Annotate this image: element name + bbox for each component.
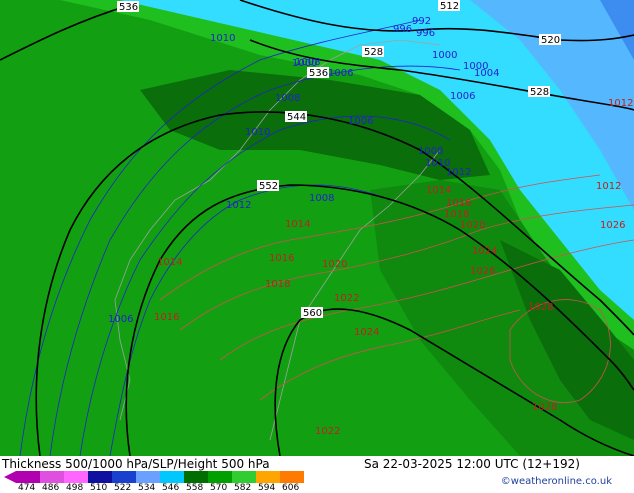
slp-label: 996 [393, 24, 412, 35]
slp-label: 1022 [315, 426, 340, 437]
credit-text: ©weatheronline.co.uk [500, 476, 612, 487]
weather-map: 536 512 528 520 536 528 544 552 560 992 … [0, 0, 634, 456]
slp-label: 1006 [348, 116, 373, 127]
slp-label: 1010 [210, 33, 235, 44]
colorbar-cell [16, 471, 40, 483]
slp-label: 1010 [425, 158, 450, 169]
height-label: 552 [259, 181, 278, 192]
colorbar-tick: 558 [186, 483, 204, 493]
colorbar-cell [160, 471, 184, 483]
colorbar-cell [40, 471, 64, 483]
height-label: 544 [287, 112, 306, 123]
colorbar-cell [232, 471, 256, 483]
slp-label: 1026 [600, 220, 625, 231]
colorbar-tick: 510 [90, 483, 108, 493]
colorbar-tick: 474 [18, 483, 36, 493]
height-label: 512 [440, 1, 459, 12]
height-label: 536 [119, 2, 138, 13]
slp-label: 1006 [108, 314, 133, 325]
slp-label: 1008 [275, 93, 300, 104]
slp-label: 1020 [322, 259, 347, 270]
colorbar-tick: 570 [210, 483, 228, 493]
slp-label: 1024 [472, 246, 497, 257]
map-title: Thickness 500/1000 hPa/SLP/Height 500 hP… [2, 457, 270, 471]
slp-label: 1028 [532, 402, 557, 413]
slp-label: 1006 [328, 68, 353, 79]
height-label: 520 [541, 35, 560, 46]
colorbar-cell [112, 471, 136, 483]
slp-label: 1018 [265, 279, 290, 290]
slp-label: 1014 [426, 185, 451, 196]
slp-label: 1012 [608, 98, 633, 109]
slp-label: 1000 [463, 61, 488, 72]
slp-label: 1020 [460, 220, 485, 231]
slp-label: 1018 [444, 209, 469, 220]
slp-label: 1012 [226, 200, 251, 211]
colorbar-cell [208, 471, 232, 483]
slp-label: 1008 [418, 146, 443, 157]
slp-label: 1006 [450, 91, 475, 102]
colorbar [4, 471, 304, 483]
slp-label: 1016 [154, 312, 179, 323]
colorbar-tick: 594 [258, 483, 276, 493]
slp-label: 1008 [309, 193, 334, 204]
colorbar-tick: 486 [42, 483, 60, 493]
colorbar-cell [136, 471, 160, 483]
colorbar-tick: 534 [138, 483, 156, 493]
colorbar-cell [88, 471, 112, 483]
height-label: 536 [309, 68, 328, 79]
colorbar-tick: 546 [162, 483, 180, 493]
colorbar-tick: 498 [66, 483, 84, 493]
slp-label: 1008 [295, 57, 320, 68]
slp-label: 1026 [470, 266, 495, 277]
height-label: 528 [530, 87, 549, 98]
slp-label: 1014 [285, 219, 310, 230]
slp-label: 1012 [596, 181, 621, 192]
colorbar-cell [64, 471, 88, 483]
slp-label: 1000 [432, 50, 457, 61]
slp-label: 1022 [334, 293, 359, 304]
slp-label: 996 [416, 28, 435, 39]
height-label: 560 [303, 308, 322, 319]
slp-label: 1028 [528, 302, 553, 313]
colorbar-tick: 522 [114, 483, 132, 493]
colorbar-arrow [4, 471, 16, 483]
slp-label: 992 [412, 16, 431, 27]
height-label: 528 [364, 47, 383, 58]
map-footer: Thickness 500/1000 hPa/SLP/Height 500 hP… [0, 456, 634, 493]
slp-label: 1014 [157, 257, 182, 268]
colorbar-cell [280, 471, 304, 483]
colorbar-tick: 606 [282, 483, 300, 493]
slp-label: 1016 [269, 253, 294, 264]
slp-label: 1024 [354, 327, 379, 338]
colorbar-cell [184, 471, 208, 483]
colorbar-tick: 582 [234, 483, 252, 493]
map-datetime: Sa 22-03-2025 12:00 UTC (12+192) [364, 457, 580, 471]
slp-label: 1010 [245, 127, 270, 138]
slp-label: 1016 [446, 198, 471, 209]
colorbar-cell [256, 471, 280, 483]
